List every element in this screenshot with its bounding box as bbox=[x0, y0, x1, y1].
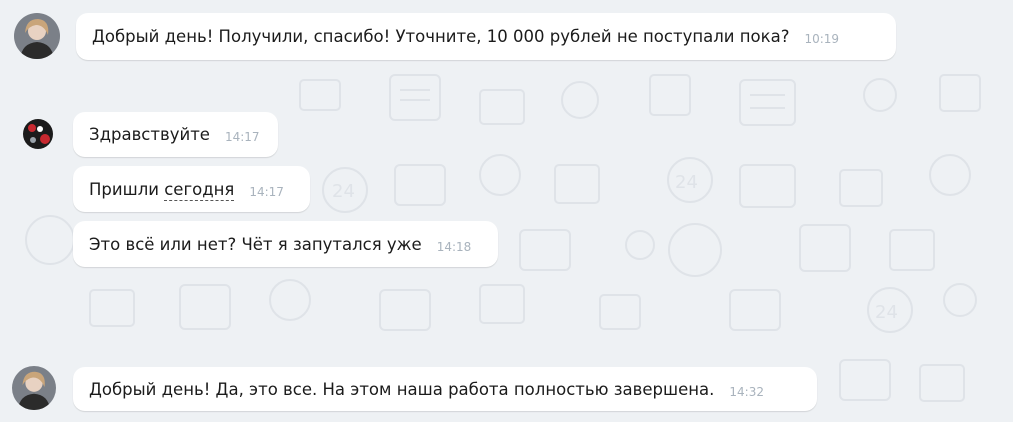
message-time: 14:32 bbox=[729, 384, 764, 399]
message-text: Добрый день! Получили, спасибо! Уточните… bbox=[92, 27, 790, 46]
message-text: Добрый день! Да, это все. На этом наша р… bbox=[89, 379, 715, 399]
message-text-prefix: Пришли bbox=[89, 179, 165, 199]
agent-avatar-icon bbox=[12, 366, 56, 410]
svg-text:24: 24 bbox=[675, 172, 698, 193]
highlighted-word[interactable]: сегодня bbox=[164, 179, 235, 201]
agent-avatar[interactable] bbox=[12, 366, 56, 410]
message-bubble: Добрый день! Получили, спасибо! Уточните… bbox=[76, 13, 896, 60]
svg-text:24: 24 bbox=[875, 302, 898, 323]
message-time: 14:17 bbox=[224, 130, 260, 144]
message-time: 10:19 bbox=[804, 32, 840, 46]
message-bubble: Здравствуйте 14:17 bbox=[73, 112, 278, 157]
agent-avatar[interactable] bbox=[14, 13, 60, 59]
agent-avatar-icon bbox=[14, 13, 60, 59]
client-avatar[interactable] bbox=[18, 114, 58, 154]
message-text: Здравствуйте bbox=[89, 125, 210, 144]
message-time: 14:18 bbox=[436, 239, 472, 254]
message-text: Пришли сегодня bbox=[89, 179, 235, 201]
message-time: 14:17 bbox=[249, 184, 284, 199]
message-bubble: Добрый день! Да, это все. На этом наша р… bbox=[73, 367, 817, 411]
message-bubble: Это всё или нет? Чёт я запутался уже 14:… bbox=[73, 221, 498, 267]
client-avatar-icon bbox=[18, 114, 58, 154]
svg-text:24: 24 bbox=[332, 181, 355, 202]
message-text: Это всё или нет? Чёт я запутался уже bbox=[89, 234, 422, 254]
message-bubble: Пришли сегодня 14:17 bbox=[73, 166, 310, 212]
